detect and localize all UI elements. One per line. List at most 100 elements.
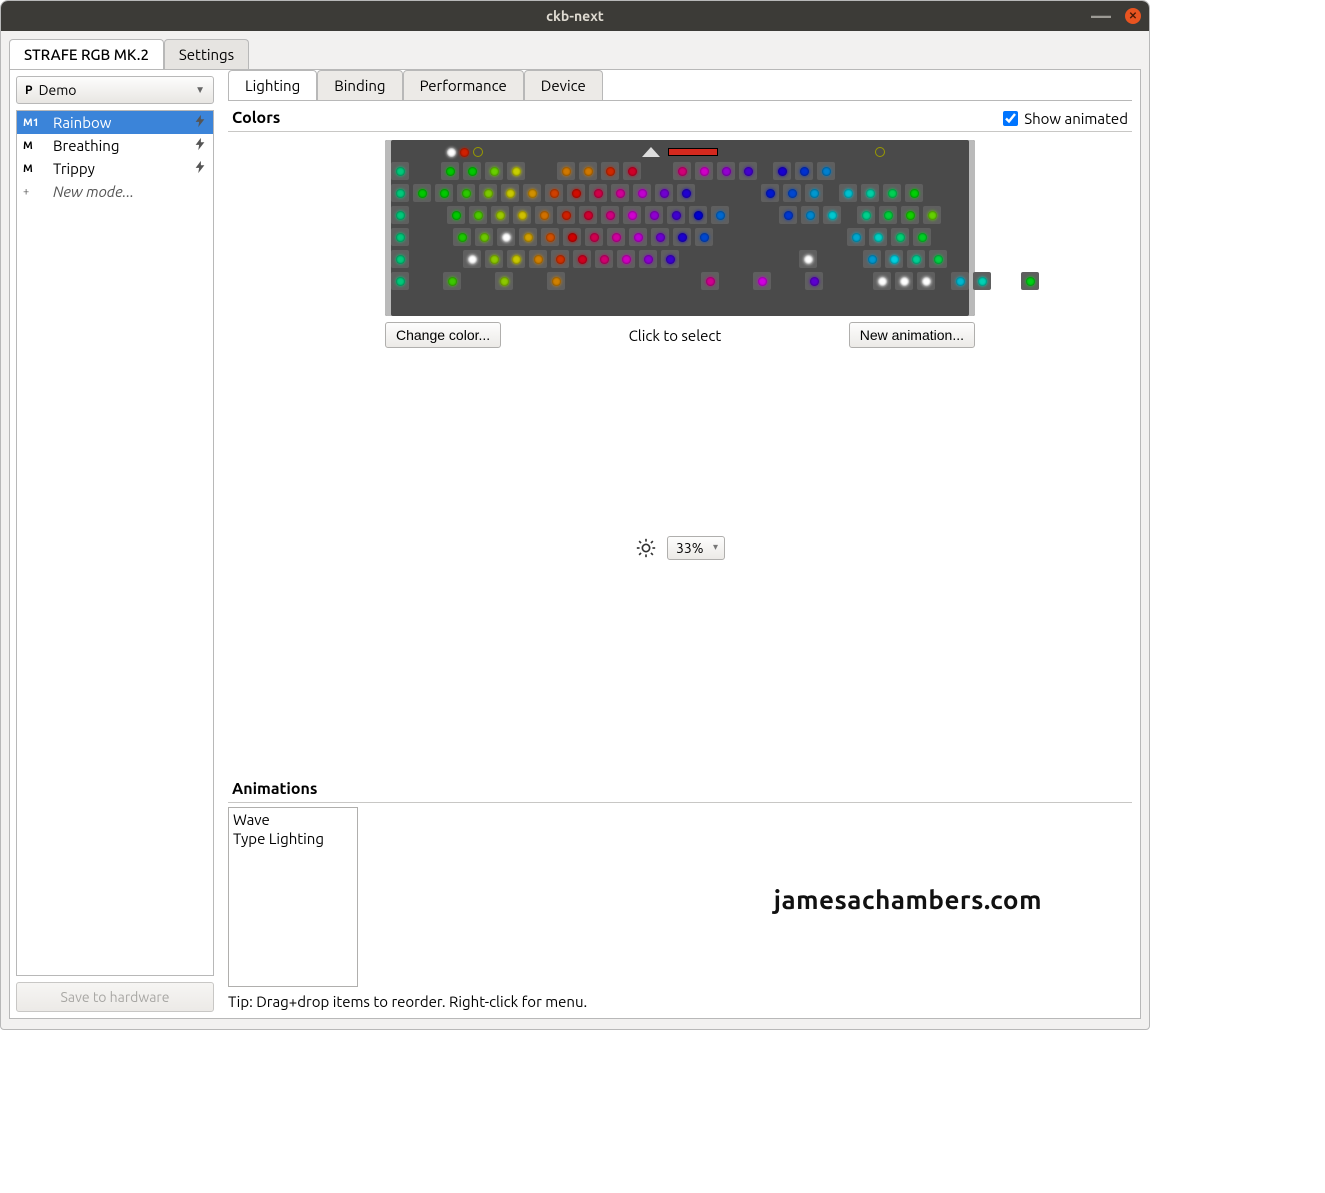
key[interactable]: [651, 228, 669, 246]
key[interactable]: [507, 250, 525, 268]
key[interactable]: [479, 184, 497, 202]
key[interactable]: [579, 162, 597, 180]
key[interactable]: [913, 228, 931, 246]
key[interactable]: [857, 206, 875, 224]
profile-dropdown[interactable]: P Demo ▼: [16, 76, 214, 104]
mode-item-2[interactable]: MTrippy: [17, 157, 213, 180]
animations-list[interactable]: WaveType Lighting: [228, 807, 358, 987]
key[interactable]: [497, 228, 515, 246]
key[interactable]: [861, 184, 879, 202]
key[interactable]: [567, 184, 585, 202]
key[interactable]: [805, 184, 823, 202]
key[interactable]: [739, 162, 757, 180]
key[interactable]: [689, 206, 707, 224]
key[interactable]: [701, 272, 719, 290]
key[interactable]: [617, 250, 635, 268]
device-tab-1[interactable]: Settings: [164, 39, 249, 69]
key[interactable]: [601, 162, 619, 180]
key[interactable]: [817, 162, 835, 180]
key[interactable]: [391, 162, 409, 180]
key[interactable]: [507, 162, 525, 180]
animation-item-1[interactable]: Type Lighting: [233, 829, 353, 848]
key[interactable]: [623, 162, 641, 180]
close-button[interactable]: ✕: [1125, 8, 1141, 24]
key[interactable]: [795, 162, 813, 180]
key[interactable]: [463, 250, 481, 268]
key[interactable]: [891, 228, 909, 246]
mode-item-3[interactable]: +New mode...: [17, 180, 213, 203]
key[interactable]: [529, 250, 547, 268]
key[interactable]: [545, 184, 563, 202]
key[interactable]: [443, 272, 461, 290]
key[interactable]: [391, 206, 409, 224]
key[interactable]: [413, 184, 431, 202]
key[interactable]: [711, 206, 729, 224]
key[interactable]: [447, 206, 465, 224]
key[interactable]: [773, 162, 791, 180]
key[interactable]: [391, 272, 409, 290]
key[interactable]: [475, 228, 493, 246]
key[interactable]: [823, 206, 841, 224]
key[interactable]: [869, 228, 887, 246]
key[interactable]: [557, 162, 575, 180]
show-animated-input[interactable]: [1003, 111, 1018, 126]
key[interactable]: [717, 162, 735, 180]
key[interactable]: [601, 206, 619, 224]
key[interactable]: [783, 184, 801, 202]
key[interactable]: [917, 272, 935, 290]
mode-item-0[interactable]: M1Rainbow: [17, 111, 213, 134]
key[interactable]: [839, 184, 857, 202]
key[interactable]: [973, 272, 991, 290]
key[interactable]: [873, 272, 891, 290]
section-tab-performance[interactable]: Performance: [403, 70, 524, 100]
key[interactable]: [677, 184, 695, 202]
key[interactable]: [391, 250, 409, 268]
key[interactable]: [457, 184, 475, 202]
key[interactable]: [923, 206, 941, 224]
key[interactable]: [607, 228, 625, 246]
key[interactable]: [623, 206, 641, 224]
key[interactable]: [661, 250, 679, 268]
key[interactable]: [673, 162, 691, 180]
key[interactable]: [441, 162, 459, 180]
key[interactable]: [645, 206, 663, 224]
key[interactable]: [563, 228, 581, 246]
key[interactable]: [639, 250, 657, 268]
key[interactable]: [611, 184, 629, 202]
key[interactable]: [1021, 272, 1039, 290]
key[interactable]: [391, 228, 409, 246]
key[interactable]: [551, 250, 569, 268]
key[interactable]: [673, 228, 691, 246]
key[interactable]: [523, 184, 541, 202]
mode-item-1[interactable]: MBreathing: [17, 134, 213, 157]
key[interactable]: [589, 184, 607, 202]
key[interactable]: [547, 272, 565, 290]
section-tab-device[interactable]: Device: [524, 70, 603, 100]
key[interactable]: [753, 272, 771, 290]
key[interactable]: [391, 184, 409, 202]
key[interactable]: [801, 206, 819, 224]
key[interactable]: [519, 228, 537, 246]
section-tab-binding[interactable]: Binding: [317, 70, 402, 100]
key[interactable]: [901, 206, 919, 224]
key[interactable]: [695, 162, 713, 180]
key[interactable]: [485, 162, 503, 180]
key[interactable]: [535, 206, 553, 224]
key[interactable]: [579, 206, 597, 224]
key[interactable]: [885, 250, 903, 268]
key[interactable]: [469, 206, 487, 224]
key[interactable]: [883, 184, 901, 202]
key[interactable]: [495, 272, 513, 290]
key[interactable]: [501, 184, 519, 202]
minimize-button[interactable]: —: [1091, 11, 1111, 21]
key[interactable]: [595, 250, 613, 268]
show-animated-checkbox[interactable]: Show animated: [1003, 110, 1128, 127]
key[interactable]: [779, 206, 797, 224]
key[interactable]: [485, 250, 503, 268]
key[interactable]: [695, 228, 713, 246]
key[interactable]: [667, 206, 685, 224]
change-color-button[interactable]: Change color...: [385, 322, 501, 348]
key[interactable]: [491, 206, 509, 224]
key[interactable]: [633, 184, 651, 202]
key[interactable]: [951, 272, 969, 290]
